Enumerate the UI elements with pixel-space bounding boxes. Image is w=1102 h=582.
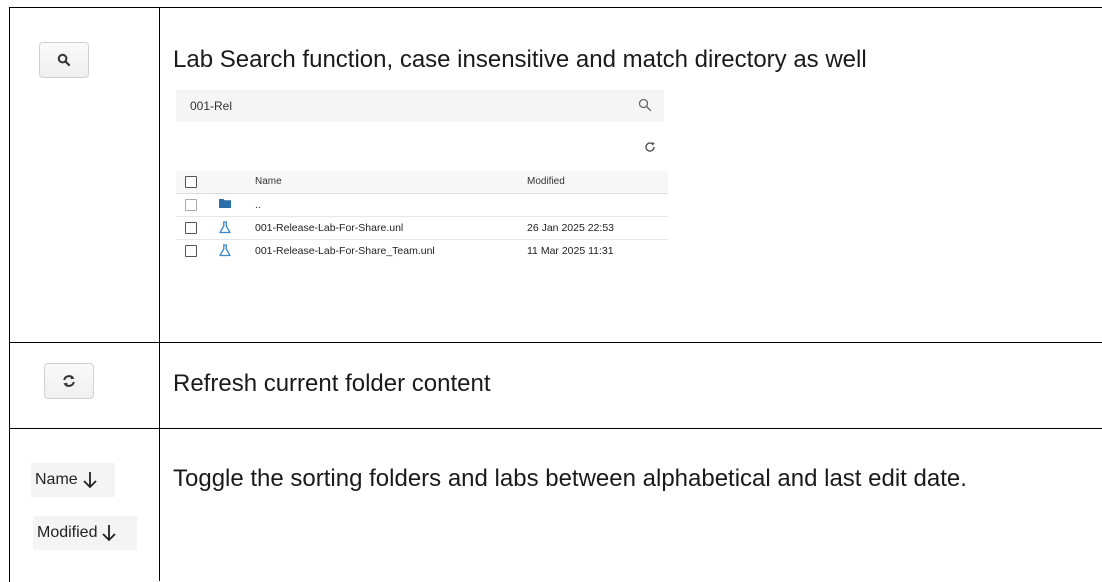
file-name: 001-Release-Lab-For-Share_Team.unl xyxy=(255,245,435,257)
refresh-button[interactable] xyxy=(44,363,94,399)
column-header-modified[interactable]: Modified xyxy=(527,176,565,187)
flask-icon xyxy=(219,244,231,257)
sort-description: Toggle the sorting folders and labs betw… xyxy=(173,465,967,492)
lab-browser-screenshot: 001-Rel Name Modified .. 001-Release-Lab… xyxy=(176,90,668,300)
file-modified: 26 Jan 2025 22:53 xyxy=(527,222,614,234)
flask-icon xyxy=(219,221,231,234)
row-divider xyxy=(9,428,1102,429)
sort-name-label: Name xyxy=(35,471,78,488)
refresh-icon[interactable] xyxy=(644,141,656,153)
file-modified: 11 Mar 2025 11:31 xyxy=(527,245,614,257)
file-name: 001-Release-Lab-For-Share.unl xyxy=(255,222,404,234)
search-input-value: 001-Rel xyxy=(190,99,233,113)
select-all-checkbox[interactable] xyxy=(185,176,197,188)
row-checkbox[interactable] xyxy=(185,199,197,211)
column-divider xyxy=(159,7,160,581)
table-row[interactable]: .. xyxy=(176,194,668,217)
arrow-down-icon xyxy=(102,525,117,542)
search-button[interactable] xyxy=(39,42,89,78)
search-icon xyxy=(57,53,71,67)
column-header-name[interactable]: Name xyxy=(255,176,282,187)
row-checkbox[interactable] xyxy=(185,245,197,257)
row-checkbox[interactable] xyxy=(185,222,197,234)
sort-modified-label: Modified xyxy=(37,524,98,541)
table-row[interactable]: 001-Release-Lab-For-Share_Team.unl 11 Ma… xyxy=(176,240,668,262)
row-divider xyxy=(9,342,1102,343)
refresh-icon xyxy=(63,375,75,387)
folder-icon xyxy=(219,199,231,208)
file-table-header: Name Modified xyxy=(176,171,668,194)
file-name: .. xyxy=(255,199,261,211)
lab-search-input[interactable]: 001-Rel xyxy=(176,90,664,122)
sort-by-modified-button[interactable]: Modified xyxy=(33,516,137,550)
arrow-down-icon xyxy=(83,472,97,489)
table-row[interactable]: 001-Release-Lab-For-Share.unl 26 Jan 202… xyxy=(176,217,668,240)
refresh-description: Refresh current folder content xyxy=(173,370,491,397)
search-description: Lab Search function, case insensitive an… xyxy=(173,46,867,73)
search-icon xyxy=(638,98,652,112)
sort-by-name-button[interactable]: Name xyxy=(31,463,115,497)
